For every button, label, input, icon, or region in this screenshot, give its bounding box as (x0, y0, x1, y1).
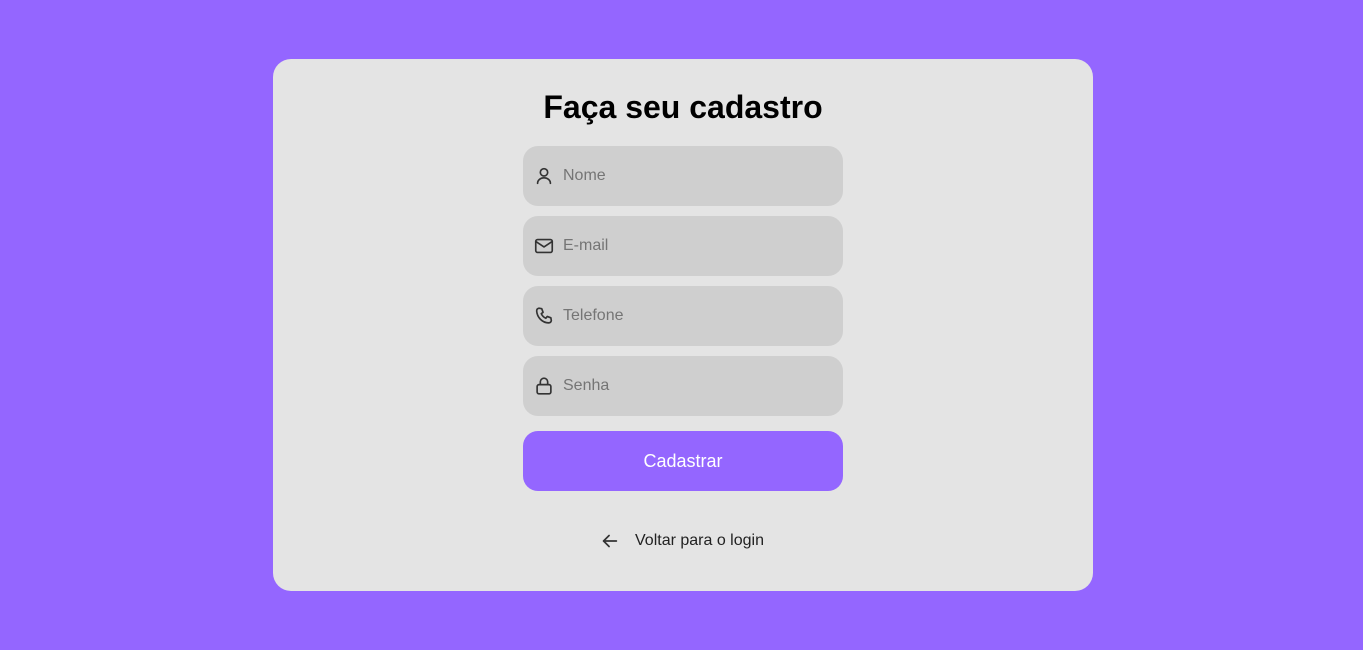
back-to-login-link[interactable]: Voltar para o login (599, 529, 764, 553)
phone-input[interactable] (563, 286, 833, 346)
name-field-container[interactable] (523, 146, 843, 206)
password-input[interactable] (563, 356, 833, 416)
phone-icon (533, 305, 555, 327)
signup-button[interactable]: Cadastrar (523, 431, 843, 491)
back-to-login-label: Voltar para o login (635, 532, 764, 549)
email-input[interactable] (563, 216, 833, 276)
page-title: Faça seu cadastro (543, 89, 823, 125)
arrow-left-icon (599, 530, 621, 552)
phone-field-container[interactable] (523, 286, 843, 346)
password-field-container[interactable] (523, 356, 843, 416)
lock-icon (533, 375, 555, 397)
name-input[interactable] (563, 146, 833, 206)
user-icon (533, 165, 555, 187)
mail-icon (533, 235, 555, 257)
signup-card: Faça seu cadastro Nome E-mail Telefone C… (273, 59, 1093, 591)
email-field-container[interactable] (523, 216, 843, 276)
